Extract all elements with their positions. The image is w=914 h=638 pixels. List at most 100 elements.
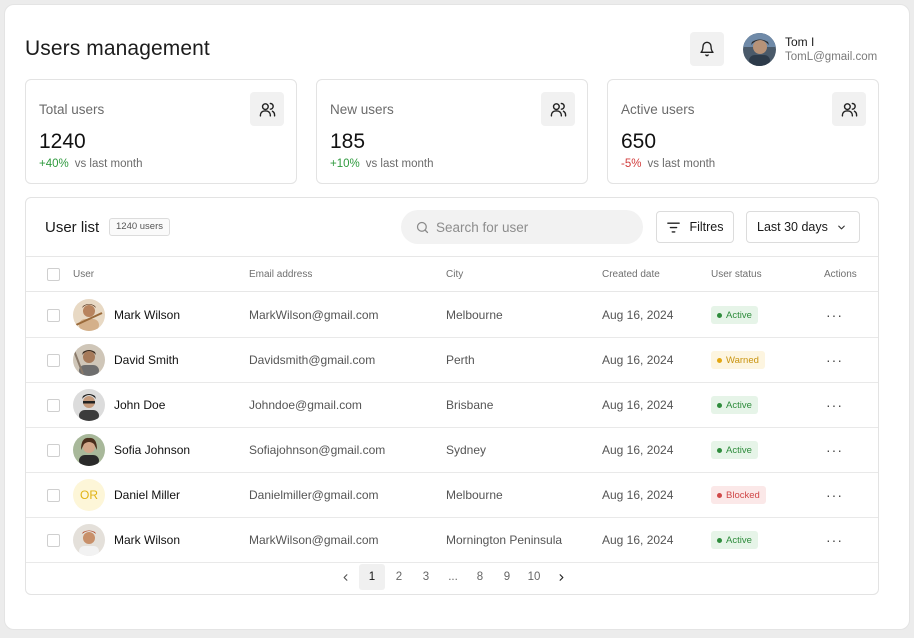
user-name[interactable]: Daniel Miller (114, 488, 180, 502)
status-dot (717, 492, 722, 498)
filter-icon (667, 221, 681, 233)
page-button-10[interactable]: 10 (521, 564, 547, 590)
status-label: Active (726, 399, 752, 411)
users-icon-box (832, 92, 866, 126)
status-badge: Warned (711, 351, 765, 369)
stat-label: Active users (621, 102, 695, 117)
email: Johndoe@gmail.com (249, 398, 362, 412)
table-row[interactable]: David Smith Davidsmith@gmail.com Perth A… (26, 338, 878, 383)
user-name[interactable]: Mark Wilson (114, 533, 180, 547)
date-range-select[interactable]: Last 30 days (746, 211, 860, 243)
user-list-card: User list 1240 users Filtres Last 30 day… (25, 197, 879, 595)
city: Brisbane (446, 398, 494, 412)
stat-card-active-users: Active users 650 -5% vs last month (607, 79, 879, 184)
row-checkbox[interactable] (47, 308, 60, 322)
page-button-2[interactable]: 2 (386, 564, 412, 590)
row-checkbox[interactable] (47, 443, 60, 457)
more-actions-icon[interactable]: ··· (826, 352, 843, 368)
avatar (73, 434, 105, 466)
filter-button[interactable]: Filtres (656, 211, 734, 243)
more-actions-icon[interactable]: ··· (826, 532, 843, 548)
more-actions-icon[interactable]: ··· (826, 442, 843, 458)
page-ellipsis: ... (448, 571, 458, 583)
user-name[interactable]: Mark Wilson (114, 308, 180, 322)
row-checkbox[interactable] (47, 398, 60, 412)
created-date: Aug 16, 2024 (602, 443, 674, 457)
table-header: User Email address City Created date Use… (26, 256, 878, 292)
more-actions-icon[interactable]: ··· (826, 397, 843, 413)
stat-value: 1240 (39, 130, 86, 153)
users-icon (550, 102, 566, 117)
column-header-city[interactable]: City (446, 257, 463, 291)
bell-icon (700, 41, 714, 57)
stat-card-total-users: Total users 1240 +40% vs last month (25, 79, 297, 184)
row-checkbox[interactable] (47, 533, 60, 547)
avatar (73, 299, 105, 331)
next-page-button[interactable] (548, 564, 574, 590)
column-header-email[interactable]: Email address (249, 257, 312, 291)
column-header-actions: Actions (824, 268, 857, 280)
more-actions-icon[interactable]: ··· (826, 307, 843, 323)
status-dot (717, 537, 722, 543)
email: Davidsmith@gmail.com (249, 353, 376, 367)
select-all-checkbox[interactable] (47, 267, 60, 281)
user-count-badge: 1240 users (109, 218, 171, 236)
status-label: Blocked (726, 489, 760, 501)
column-header-created-date[interactable]: Created date (602, 257, 660, 291)
table-row[interactable]: Mark Wilson MarkWilson@gmail.com Morning… (26, 518, 878, 563)
table-row[interactable]: John Doe Johndoe@gmail.com Brisbane Aug … (26, 383, 878, 428)
user-email: TomL@gmail.com (785, 51, 878, 63)
user-name[interactable]: John Doe (114, 398, 165, 412)
status-badge: Blocked (711, 486, 766, 504)
table-row[interactable]: Mark Wilson MarkWilson@gmail.com Melbour… (26, 293, 878, 338)
search-box[interactable] (401, 210, 643, 244)
status-dot (717, 312, 722, 318)
row-checkbox[interactable] (47, 353, 60, 367)
notifications-button[interactable] (690, 32, 724, 66)
email: MarkWilson@gmail.com (249, 308, 379, 322)
page-button-3[interactable]: 3 (413, 564, 439, 590)
delta-suffix: vs last month (647, 158, 716, 170)
filter-button-label: Filtres (689, 220, 724, 234)
status-dot (717, 357, 722, 363)
status-badge: Active (711, 306, 758, 324)
user-list-title: User list (45, 219, 100, 236)
row-checkbox[interactable] (47, 488, 60, 502)
city: Perth (446, 353, 475, 367)
stat-card-new-users: New users 185 +10% vs last month (316, 79, 588, 184)
column-header-user-status[interactable]: User status (711, 257, 762, 291)
page-title: Users management (25, 37, 210, 60)
table-row[interactable]: Sofia Johnson Sofiajohnson@gmail.com Syd… (26, 428, 878, 473)
chevron-right-icon (559, 573, 563, 581)
stat-value: 185 (330, 130, 366, 153)
user-avatar[interactable] (743, 33, 776, 66)
page-button-1[interactable]: 1 (359, 564, 385, 590)
table-row[interactable]: OR Daniel Miller Danielmiller@gmail.com … (26, 473, 878, 518)
avatar-initials: OR (73, 479, 105, 511)
users-icon (259, 102, 275, 117)
search-input[interactable] (436, 219, 626, 235)
search-icon (416, 221, 429, 233)
more-actions-icon[interactable]: ··· (826, 487, 843, 503)
status-label: Active (726, 534, 752, 546)
created-date: Aug 16, 2024 (602, 398, 674, 412)
user-name: Tom I (785, 35, 815, 49)
user-name[interactable]: David Smith (114, 353, 179, 367)
column-header-user[interactable]: User (73, 257, 94, 291)
city: Mornington Peninsula (446, 533, 563, 547)
chevron-down-icon (838, 225, 845, 229)
created-date: Aug 16, 2024 (602, 488, 674, 502)
created-date: Aug 16, 2024 (602, 533, 674, 547)
page-button-8[interactable]: 8 (467, 564, 493, 590)
status-label: Active (726, 309, 752, 321)
page-button-9[interactable]: 9 (494, 564, 520, 590)
delta-suffix: vs last month (365, 158, 434, 170)
user-name[interactable]: Sofia Johnson (114, 443, 190, 457)
status-badge: Active (711, 396, 758, 414)
delta-suffix: vs last month (74, 158, 143, 170)
status-badge: Active (711, 441, 758, 459)
stat-delta: -5% vs last month (621, 158, 715, 170)
prev-page-button[interactable] (332, 564, 358, 590)
app-window: Users management Tom I TomL@gmail.com To… (4, 4, 910, 630)
status-label: Warned (726, 354, 759, 366)
